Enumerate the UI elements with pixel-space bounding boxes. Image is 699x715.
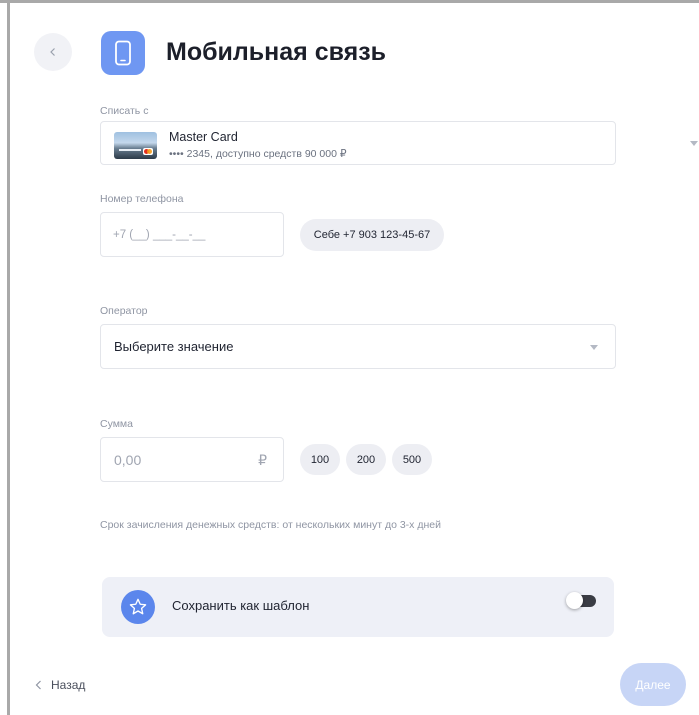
amount-input[interactable]: 0,00 ₽	[100, 437, 284, 482]
card-details: •••• 2345, доступно средств 90 000 ₽	[169, 148, 347, 160]
amount-preset-100[interactable]: 100	[300, 444, 340, 475]
window-left-border	[7, 0, 10, 715]
star-icon	[121, 590, 155, 624]
chevron-down-icon	[590, 345, 598, 350]
save-template-toggle[interactable]	[566, 592, 596, 609]
toggle-knob	[566, 592, 583, 609]
next-button[interactable]: Далее	[620, 663, 686, 706]
amount-preset-200[interactable]: 200	[346, 444, 386, 475]
transfer-time-note: Срок зачисления денежных средств: от нес…	[100, 519, 441, 531]
back-link-label: Назад	[51, 678, 86, 692]
debit-from-label: Списать с	[100, 105, 149, 117]
back-button[interactable]	[34, 33, 72, 71]
card-image	[114, 132, 157, 159]
operator-label: Оператор	[100, 305, 148, 317]
chevron-left-icon	[50, 48, 55, 56]
save-template-panel: Сохранить как шаблон	[102, 577, 614, 637]
self-phone-chip[interactable]: Себе +7 903 123-45-67	[300, 219, 444, 251]
save-template-label: Сохранить как шаблон	[172, 598, 310, 613]
mastercard-logo-icon	[143, 148, 153, 155]
window-top-border	[0, 0, 699, 3]
operator-select[interactable]: Выберите значение	[100, 324, 616, 369]
page-title: Мобильная связь	[166, 38, 387, 66]
smartphone-icon	[101, 31, 145, 75]
amount-preset-500[interactable]: 500	[392, 444, 432, 475]
operator-select-value: Выберите значение	[114, 339, 234, 354]
amount-label: Сумма	[100, 418, 133, 430]
chevron-down-icon	[690, 141, 698, 146]
ruble-icon: ₽	[258, 452, 267, 468]
amount-placeholder: 0,00	[114, 452, 142, 468]
chevron-left-icon	[35, 680, 41, 690]
back-link[interactable]: Назад	[35, 678, 85, 692]
phone-label: Номер телефона	[100, 193, 184, 205]
phone-input[interactable]: +7 (__) ___-__-__	[100, 212, 284, 257]
card-name: Master Card	[169, 130, 238, 144]
card-select[interactable]: Master Card •••• 2345, доступно средств …	[100, 121, 698, 165]
